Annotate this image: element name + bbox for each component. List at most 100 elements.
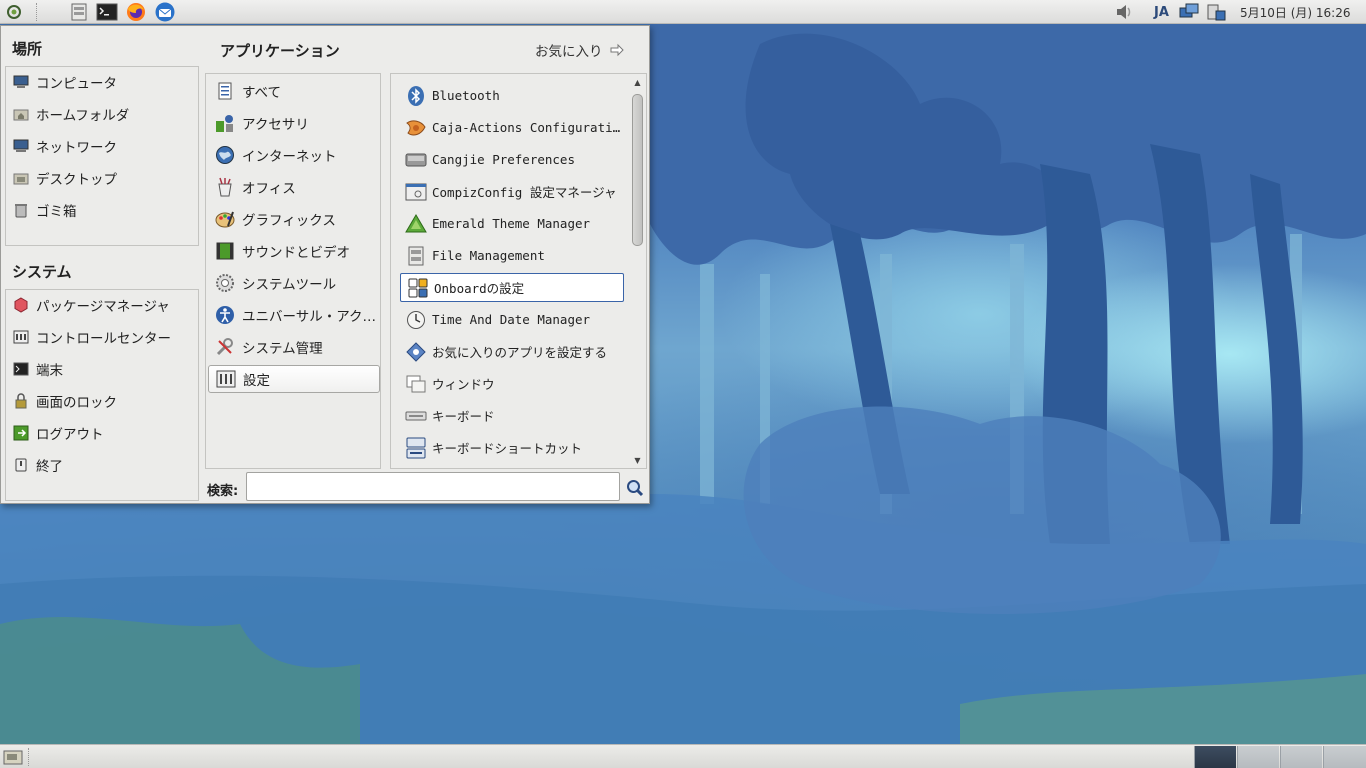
compizconfig-icon: [405, 181, 427, 203]
keyboard-icon: [405, 405, 427, 427]
onboard-icon: [407, 277, 429, 299]
system-item-logout[interactable]: ログアウト: [12, 420, 104, 446]
show-desktop-icon[interactable]: [2, 747, 24, 767]
app-keyboard-shortcuts[interactable]: キーボードショートカット: [399, 433, 625, 462]
category-graphics[interactable]: グラフィックス: [208, 205, 380, 233]
places-item-trash[interactable]: ゴミ箱: [12, 197, 77, 223]
app-label: Emerald Theme Manager: [432, 216, 591, 231]
app-onboard-settings[interactable]: Onboardの設定: [400, 273, 624, 302]
system-list: パッケージマネージャ コントロールセンター 端末 画面のロック ログアウト 終了: [5, 289, 199, 501]
caja-actions-icon: [405, 117, 427, 139]
places-item-home-folder[interactable]: ホームフォルダ: [12, 101, 129, 127]
accessories-icon: [214, 112, 236, 134]
thunderbird-icon[interactable]: [153, 1, 177, 23]
graphics-icon: [214, 208, 236, 230]
workspace-2[interactable]: [1237, 746, 1279, 768]
app-label: Onboardの設定: [434, 281, 525, 296]
clock[interactable]: 5月10日 (月) 16:26: [1240, 0, 1350, 24]
panel-separator: [28, 748, 30, 766]
volume-icon[interactable]: [1114, 0, 1134, 24]
app-caja-actions[interactable]: Caja-Actions Configuratio…: [399, 113, 625, 142]
scroll-down-arrow-icon[interactable]: ▼: [631, 454, 644, 466]
category-settings[interactable]: 設定: [208, 365, 380, 393]
file-management-icon: [405, 245, 427, 267]
panel-separator: [36, 3, 38, 21]
places-item-network[interactable]: ネットワーク: [12, 133, 117, 159]
system-item-terminal[interactable]: 端末: [12, 356, 63, 382]
terminal-icon[interactable]: [95, 1, 119, 23]
category-accessibility[interactable]: ユニバーサル・アク…: [208, 301, 380, 329]
battery-icon[interactable]: [1205, 0, 1227, 24]
app-bluetooth[interactable]: Bluetooth: [399, 81, 625, 110]
workspace-3[interactable]: [1280, 746, 1322, 768]
office-icon: [214, 176, 236, 198]
app-window[interactable]: ウィンドウ: [399, 369, 625, 398]
network-icon[interactable]: [1178, 0, 1200, 24]
terminal-icon: [12, 360, 30, 378]
app-label: キーボード: [432, 409, 495, 424]
places-item-label: ゴミ箱: [36, 204, 77, 220]
system-item-package-manager[interactable]: パッケージマネージャ: [12, 292, 170, 318]
places-item-label: コンピュータ: [36, 76, 117, 92]
category-label: すべて: [242, 85, 282, 101]
system-item-label: コントロールセンター: [36, 331, 171, 347]
app-keyboard[interactable]: キーボード: [399, 401, 625, 430]
all-apps-icon: [214, 80, 236, 102]
network-icon: [12, 137, 30, 155]
favorites-label: お気に入り: [535, 44, 603, 60]
workspace-1[interactable]: [1194, 746, 1236, 768]
accessibility-icon: [214, 304, 236, 326]
category-accessories[interactable]: アクセサリ: [208, 109, 380, 137]
apps-scrollbar[interactable]: ▲ ▼: [631, 76, 644, 466]
scroll-up-arrow-icon[interactable]: ▲: [631, 76, 644, 88]
category-system-tools[interactable]: システムツール: [208, 269, 380, 297]
clock-text: 5月10日 (月) 16:26: [1240, 5, 1351, 20]
bluetooth-icon: [405, 85, 427, 107]
app-compizconfig[interactable]: CompizConfig 設定マネージャ: [399, 177, 625, 206]
arrow-right-icon: [609, 43, 625, 57]
category-label: サウンドとビデオ: [242, 245, 350, 261]
app-favorite-apps[interactable]: お気に入りのアプリを設定する: [399, 337, 625, 366]
search-input[interactable]: [246, 472, 620, 501]
logout-icon: [12, 424, 30, 442]
firefox-icon[interactable]: [124, 1, 148, 23]
app-time-and-date-manager[interactable]: Time And Date Manager: [399, 305, 625, 334]
category-internet[interactable]: インターネット: [208, 141, 380, 169]
places-item-computer[interactable]: コンピュータ: [12, 69, 117, 95]
multimedia-icon: [214, 240, 236, 262]
window-icon: [405, 373, 427, 395]
file-manager-icon[interactable]: [67, 1, 91, 23]
category-office[interactable]: オフィス: [208, 173, 380, 201]
scroll-thumb[interactable]: [632, 94, 643, 246]
places-title: 場所: [12, 40, 43, 58]
places-item-label: デスクトップ: [36, 172, 117, 188]
search-icon[interactable]: [625, 478, 645, 498]
system-item-label: ログアウト: [36, 427, 104, 443]
app-file-management[interactable]: File Management: [399, 241, 625, 270]
emerald-icon: [405, 213, 427, 235]
places-item-desktop[interactable]: デスクトップ: [12, 165, 117, 191]
system-item-control-center[interactable]: コントロールセンター: [12, 324, 171, 350]
computer-icon: [12, 73, 30, 91]
category-administration[interactable]: システム管理: [208, 333, 380, 361]
workspace-4[interactable]: [1323, 746, 1366, 768]
favorites-link[interactable]: お気に入り: [535, 40, 625, 60]
app-emerald-theme-manager[interactable]: Emerald Theme Manager: [399, 209, 625, 238]
menu-icon[interactable]: [2, 1, 26, 23]
administration-icon: [214, 336, 236, 358]
places-item-label: ホームフォルダ: [36, 108, 130, 124]
desktop-folder-icon: [12, 169, 30, 187]
cangjie-icon: [405, 149, 427, 171]
input-method-indicator[interactable]: JA: [1154, 0, 1169, 24]
system-item-shutdown[interactable]: 終了: [12, 452, 63, 478]
system-item-lock-screen[interactable]: 画面のロック: [12, 388, 117, 414]
system-item-label: 画面のロック: [36, 395, 117, 411]
lock-screen-icon: [12, 392, 30, 410]
places-list: コンピュータ ホームフォルダ ネットワーク デスクトップ ゴミ箱: [5, 66, 199, 246]
category-multimedia[interactable]: サウンドとビデオ: [208, 237, 380, 265]
app-label: キーボードショートカット: [432, 441, 583, 456]
app-cangjie-preferences[interactable]: Cangjie Preferences: [399, 145, 625, 174]
app-label: Cangjie Preferences: [432, 152, 575, 167]
app-label: CompizConfig 設定マネージャ: [432, 185, 617, 200]
category-all[interactable]: すべて: [208, 77, 380, 105]
